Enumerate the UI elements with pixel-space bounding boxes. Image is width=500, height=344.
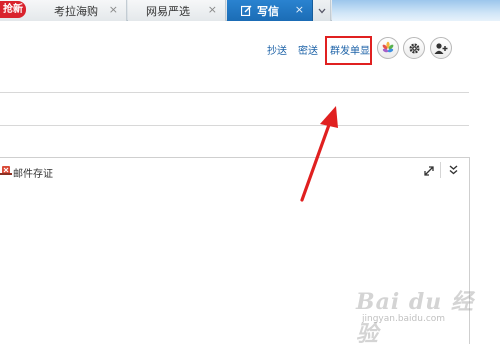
watermark-url: jingyan.baidu.com: [362, 314, 446, 324]
tabbar-background: [332, 0, 500, 21]
baidu-watermark: Bai du 经验 jingyan.baidu.com: [356, 284, 476, 344]
tab-yanxuan[interactable]: 网易严选 ×: [128, 0, 226, 21]
annotation-arrow: [300, 106, 338, 202]
toolbar-separator: [440, 162, 441, 178]
chevron-down-icon: [318, 8, 325, 13]
tab-compose[interactable]: 写信 ×: [227, 0, 313, 21]
recipient-field-divider: [0, 92, 469, 93]
close-icon[interactable]: ×: [295, 3, 304, 16]
settings-button[interactable]: [403, 37, 425, 59]
stationery-button[interactable]: [377, 37, 399, 59]
tab-bar: 抢新 考拉海购 × 网易严选 × 写信 ×: [0, 0, 500, 21]
cc-link[interactable]: 抄送: [267, 42, 287, 57]
fullscreen-expand-icon[interactable]: [424, 166, 434, 176]
editor-toolbar: 邮件存证: [0, 158, 469, 184]
subject-field-divider: [0, 125, 469, 126]
add-contact-button[interactable]: [430, 37, 452, 59]
double-chevron-down-icon[interactable]: [449, 164, 458, 176]
mail-certificate-label[interactable]: 邮件存证: [13, 165, 53, 180]
gear-icon: [408, 42, 420, 54]
close-icon[interactable]: ×: [208, 3, 217, 16]
annotation-highlight-box: [325, 36, 372, 65]
certificate-stamp-icon: [0, 166, 12, 175]
new-badge: 抢新: [0, 1, 26, 18]
color-petal-icon: [382, 41, 394, 53]
tab-label: 考拉海购: [54, 4, 98, 18]
tab-label: 写信: [257, 4, 279, 18]
tab-more-button[interactable]: [313, 0, 331, 21]
bcc-link[interactable]: 密送: [298, 42, 318, 57]
close-icon[interactable]: ×: [109, 3, 118, 16]
tab-kaola[interactable]: 抢新 考拉海购 ×: [0, 0, 127, 21]
add-contact-icon: [434, 42, 448, 54]
tab-label: 网易严选: [146, 4, 190, 18]
compose-icon: [241, 5, 252, 16]
